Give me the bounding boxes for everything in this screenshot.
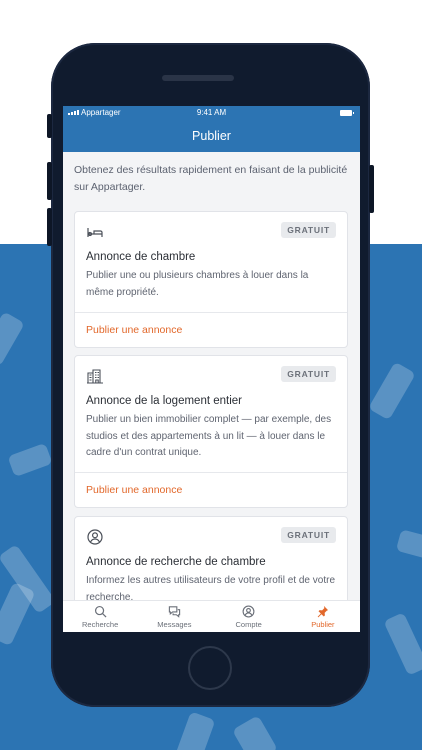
decorative-shape bbox=[368, 361, 416, 421]
tab-bar: Recherche Messages Compte Publier bbox=[63, 600, 360, 632]
search-icon bbox=[94, 605, 107, 618]
scroll-content[interactable]: Obtenez des résultats rapidement en fais… bbox=[63, 152, 360, 600]
card-title: Annonce de recherche de chambre bbox=[86, 556, 266, 568]
phone-speaker bbox=[162, 75, 234, 81]
listing-card-entire-home: GRATUIT Annonce de la logement entier Pu… bbox=[74, 355, 348, 508]
tab-messages[interactable]: Messages bbox=[137, 601, 211, 632]
battery-icon bbox=[340, 110, 354, 116]
decorative-shape bbox=[170, 711, 216, 750]
publish-listing-link[interactable]: Publier une annonce bbox=[86, 324, 182, 336]
phone-side-button bbox=[369, 165, 374, 213]
decorative-shape bbox=[395, 529, 422, 561]
publish-listing-link[interactable]: Publier une annonce bbox=[86, 484, 182, 496]
card-divider bbox=[75, 312, 347, 313]
user-circle-icon bbox=[87, 529, 103, 545]
app-screen: Appartager 9:41 AM Publier Obtenez des r… bbox=[63, 106, 360, 632]
status-badge: GRATUIT bbox=[281, 222, 336, 238]
card-title: Annonce de la logement entier bbox=[86, 395, 242, 407]
status-bar: Appartager 9:41 AM bbox=[63, 106, 360, 120]
tab-label: Recherche bbox=[81, 620, 119, 629]
chat-icon bbox=[168, 606, 181, 618]
tab-label: Messages bbox=[157, 620, 192, 629]
status-badge: GRATUIT bbox=[281, 527, 336, 543]
card-description: Informez les autres utilisateurs de votr… bbox=[86, 575, 336, 600]
listing-card-room-search: GRATUIT Annonce de recherche de chambre … bbox=[74, 516, 348, 600]
page-title: Publier bbox=[192, 129, 231, 143]
phone-side-button bbox=[47, 162, 52, 200]
tab-label: Publier bbox=[311, 620, 335, 629]
decorative-shape bbox=[232, 715, 278, 750]
card-description: Publier une ou plusieurs chambres à loue… bbox=[86, 270, 309, 298]
building-icon bbox=[87, 369, 103, 384]
account-icon bbox=[242, 605, 255, 618]
tab-label: Compte bbox=[235, 620, 262, 629]
decorative-shape bbox=[383, 612, 422, 676]
tab-compte[interactable]: Compte bbox=[212, 601, 286, 632]
card-title: Annonce de chambre bbox=[86, 251, 196, 263]
navigation-bar: Publier bbox=[63, 120, 360, 152]
status-time: 9:41 AM bbox=[196, 108, 227, 117]
listing-card-room: GRATUIT Annonce de chambre Publier une o… bbox=[74, 211, 348, 348]
phone-side-button bbox=[47, 114, 52, 138]
tab-recherche[interactable]: Recherche bbox=[63, 601, 137, 632]
tab-publier[interactable]: Publier bbox=[286, 601, 360, 632]
card-description: Publier un bien immobilier complet — par… bbox=[86, 414, 332, 458]
phone-side-button bbox=[47, 208, 52, 246]
bed-icon bbox=[87, 228, 103, 237]
card-divider bbox=[75, 472, 347, 473]
decorative-shape bbox=[0, 581, 36, 647]
home-button[interactable] bbox=[188, 646, 232, 690]
decorative-shape bbox=[0, 311, 25, 367]
pin-icon bbox=[318, 605, 329, 618]
status-badge: GRATUIT bbox=[281, 366, 336, 382]
decorative-shape bbox=[7, 442, 53, 478]
intro-text: Obtenez des résultats rapidement en fais… bbox=[74, 164, 348, 193]
